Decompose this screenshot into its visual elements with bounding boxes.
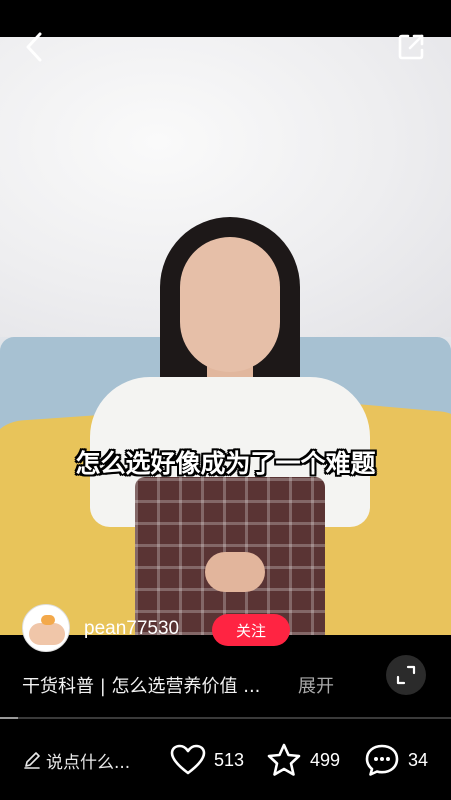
- video-subtitle: 怎么选好像成为了一个难题: [75, 449, 376, 478]
- share-button[interactable]: [396, 32, 426, 62]
- back-button[interactable]: [20, 30, 50, 64]
- heart-icon: [170, 744, 206, 775]
- post-description[interactable]: 干货科普 | 怎么选营养价值 ...: [22, 672, 260, 698]
- fullscreen-icon: [396, 665, 416, 685]
- comment-input[interactable]: 说点什么...: [22, 746, 130, 774]
- presenter: [80, 177, 380, 635]
- progress-track[interactable]: [0, 717, 451, 719]
- pencil-icon: [24, 752, 40, 769]
- presenter-hands: [205, 552, 265, 592]
- author-username[interactable]: pean77530: [84, 618, 179, 640]
- video-player[interactable]: [0, 37, 451, 635]
- follow-button[interactable]: 关注: [212, 614, 290, 646]
- presenter-face: [180, 237, 280, 372]
- chevron-left-icon: [26, 32, 42, 62]
- avatar-flower: [41, 615, 55, 625]
- progress-fill: [0, 717, 19, 719]
- star-icon: [267, 743, 301, 776]
- comment-count: 34: [408, 749, 429, 770]
- comments-button[interactable]: 34: [364, 740, 428, 780]
- comment-placeholder: 说点什么...: [46, 752, 131, 773]
- avatar[interactable]: [22, 604, 70, 652]
- avatar-baby: [29, 623, 65, 645]
- like-button[interactable]: 513: [170, 740, 244, 780]
- collect-count: 499: [310, 749, 341, 770]
- like-count: 513: [214, 749, 245, 770]
- share-icon: [398, 34, 424, 60]
- comment-bubble-icon: [365, 744, 399, 776]
- fullscreen-button[interactable]: [386, 655, 426, 695]
- expand-link[interactable]: 展开: [298, 672, 334, 698]
- collect-button[interactable]: 499: [266, 740, 340, 780]
